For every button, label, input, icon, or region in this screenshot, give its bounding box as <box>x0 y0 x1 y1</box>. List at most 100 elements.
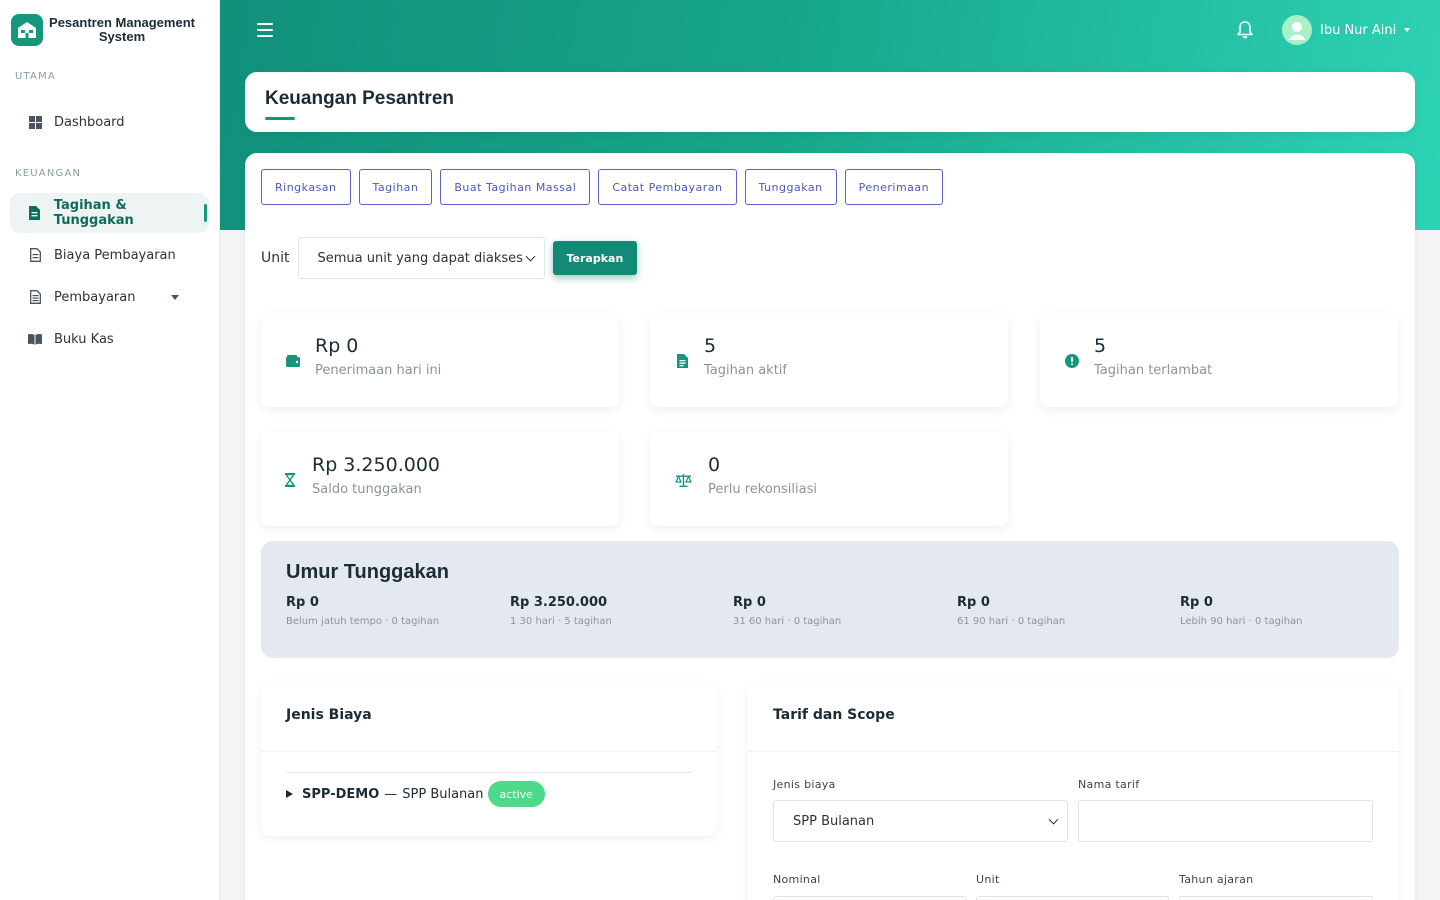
fee-type-item[interactable]: SPP-DEMO — SPP Bulanan active <box>286 772 691 807</box>
tariff-card: Tarif dan Scope Jenis biaya SPP Bulanan … <box>748 682 1399 900</box>
chevron-down-icon <box>525 251 535 262</box>
sidebar-item-tagihan-tunggakan[interactable]: Tagihan & Tunggakan <box>10 193 209 233</box>
aging-bucket: Rp 0 Lebih 90 hari · 0 tagihan <box>1180 595 1400 627</box>
brand[interactable]: Pesantren Management System <box>0 0 219 60</box>
aging-bucket: Rp 0 61 90 hari · 0 tagihan <box>957 595 1177 627</box>
aging-amount: Rp 0 <box>286 595 319 610</box>
unit-select-value: Semua unit yang dapat diakses <box>317 250 523 266</box>
sidebar-item-pembayaran[interactable]: Pembayaran <box>10 277 209 317</box>
main-panel: Ringkasan Tagihan Buat Tagihan Massal Ca… <box>245 153 1415 900</box>
card-title: Jenis Biaya <box>261 682 717 752</box>
aging-title: Umur Tunggakan <box>286 561 449 583</box>
chevron-down-icon <box>1404 28 1411 32</box>
fee-code: SPP-DEMO <box>302 786 380 802</box>
menu-icon[interactable] <box>257 23 273 37</box>
fee-type-select[interactable]: SPP Bulanan <box>773 800 1068 842</box>
tab-catat-pembayaran[interactable]: Catat Pembayaran <box>598 169 737 205</box>
aging-bucket: Rp 0 Belum jatuh tempo · 0 tagihan <box>286 595 506 627</box>
nominal-label: Nominal <box>773 873 821 886</box>
stat-value: 5 <box>704 335 717 357</box>
nominal-input[interactable] <box>773 896 966 900</box>
aging-amount: Rp 3.250.000 <box>510 595 608 610</box>
alert-circle-icon <box>1064 353 1080 369</box>
page-header: Keuangan Pesantren <box>245 72 1415 132</box>
stat-value: 0 <box>708 454 721 476</box>
sidebar: Pesantren Management System UTAMA Dashbo… <box>0 0 220 900</box>
unit-input[interactable] <box>976 896 1169 900</box>
user-menu[interactable]: Ibu Nur Aini <box>1282 15 1411 45</box>
school-icon <box>11 14 43 46</box>
aging-desc: 1 30 hari · 5 tagihan <box>510 616 612 627</box>
scale-icon <box>674 472 692 488</box>
sidebar-item-label: Biaya Pembayaran <box>54 247 176 263</box>
unit-select[interactable]: Semua unit yang dapat diakses <box>297 237 545 279</box>
aging-desc: 31 60 hari · 0 tagihan <box>733 616 842 627</box>
stat-card-rekonsiliasi: 0 Perlu rekonsiliasi <box>650 432 1008 526</box>
fee-type-label: Jenis biaya <box>773 778 836 791</box>
aging-bucket: Rp 3.250.000 1 30 hari · 5 tagihan <box>510 595 730 627</box>
tariff-name-input[interactable] <box>1078 800 1373 842</box>
grid-icon <box>28 115 42 129</box>
aging-amount: Rp 0 <box>1180 595 1213 610</box>
stat-value: 5 <box>1094 335 1107 357</box>
receipt-icon <box>28 290 42 304</box>
user-name: Ibu Nur Aini <box>1320 22 1397 38</box>
brand-name: Pesantren Management System <box>49 15 195 44</box>
chevron-down-icon <box>1048 814 1059 825</box>
sidebar-item-label: Dashboard <box>54 114 125 130</box>
fee-separator: — <box>384 786 398 802</box>
unit-filter: Unit Semua unit yang dapat diakses Terap… <box>261 237 638 279</box>
stat-card-saldo-tunggakan: Rp 3.250.000 Saldo tunggakan <box>261 432 619 526</box>
tab-buat-tagihan-massal[interactable]: Buat Tagihan Massal <box>440 169 591 205</box>
stat-label: Penerimaan hari ini <box>315 363 442 378</box>
unit-filter-label: Unit <box>261 250 290 266</box>
stat-card-penerimaan: Rp 0 Penerimaan hari ini <box>261 313 619 407</box>
aging-amount: Rp 0 <box>957 595 990 610</box>
tab-tagihan[interactable]: Tagihan <box>358 169 433 205</box>
sidebar-item-biaya-pembayaran[interactable]: Biaya Pembayaran <box>10 235 209 275</box>
aging-desc: Lebih 90 hari · 0 tagihan <box>1180 616 1303 627</box>
sidebar-item-label: Buku Kas <box>54 331 114 347</box>
stat-value: Rp 3.250.000 <box>312 454 440 476</box>
sidebar-item-dashboard[interactable]: Dashboard <box>10 102 209 142</box>
stat-label: Tagihan aktif <box>704 363 787 378</box>
wallet-icon <box>285 353 301 369</box>
stat-value: Rp 0 <box>315 335 359 357</box>
avatar <box>1282 15 1312 45</box>
section-label-keuangan: KEUANGAN <box>15 168 82 179</box>
unit-label: Unit <box>976 873 1000 886</box>
file-icon <box>28 248 42 262</box>
page-title: Keuangan Pesantren <box>265 88 454 109</box>
title-underline <box>265 117 295 120</box>
apply-button[interactable]: Terapkan <box>552 241 638 275</box>
sidebar-item-label: Tagihan & Tunggakan <box>53 198 134 228</box>
academic-year-input[interactable] <box>1179 896 1373 900</box>
status-badge: active <box>487 781 545 807</box>
book-icon <box>28 332 42 346</box>
tab-penerimaan[interactable]: Penerimaan <box>844 169 944 205</box>
stat-label: Perlu rekonsiliasi <box>708 482 817 497</box>
invoice-icon <box>674 353 690 369</box>
fee-types-card: Jenis Biaya SPP-DEMO — SPP Bulanan activ… <box>261 682 717 836</box>
sidebar-item-buku-kas[interactable]: Buku Kas <box>10 319 209 359</box>
chevron-down-icon <box>171 295 179 300</box>
stat-label: Saldo tunggakan <box>312 482 422 497</box>
card-title: Tarif dan Scope <box>748 682 1399 752</box>
sidebar-item-label: Pembayaran <box>54 289 136 305</box>
tab-bar: Ringkasan Tagihan Buat Tagihan Massal Ca… <box>261 169 944 205</box>
stat-card-tagihan-terlambat: 5 Tagihan terlambat <box>1040 313 1398 407</box>
hourglass-icon <box>285 472 295 488</box>
aging-desc: 61 90 hari · 0 tagihan <box>957 616 1066 627</box>
section-label-utama: UTAMA <box>15 71 56 82</box>
tab-tunggakan[interactable]: Tunggakan <box>744 169 837 205</box>
stat-card-tagihan-aktif: 5 Tagihan aktif <box>650 313 1008 407</box>
aging-amount: Rp 0 <box>733 595 766 610</box>
bell-icon[interactable] <box>1236 20 1254 40</box>
tab-ringkasan[interactable]: Ringkasan <box>261 169 351 205</box>
fee-name: SPP Bulanan <box>402 786 484 802</box>
tariff-name-label: Nama tarif <box>1078 778 1140 791</box>
aging-panel: Umur Tunggakan Rp 0 Belum jatuh tempo · … <box>261 541 1399 658</box>
aging-bucket: Rp 0 31 60 hari · 0 tagihan <box>733 595 953 627</box>
file-invoice-icon <box>28 206 42 220</box>
expand-triangle-icon[interactable] <box>286 790 293 798</box>
